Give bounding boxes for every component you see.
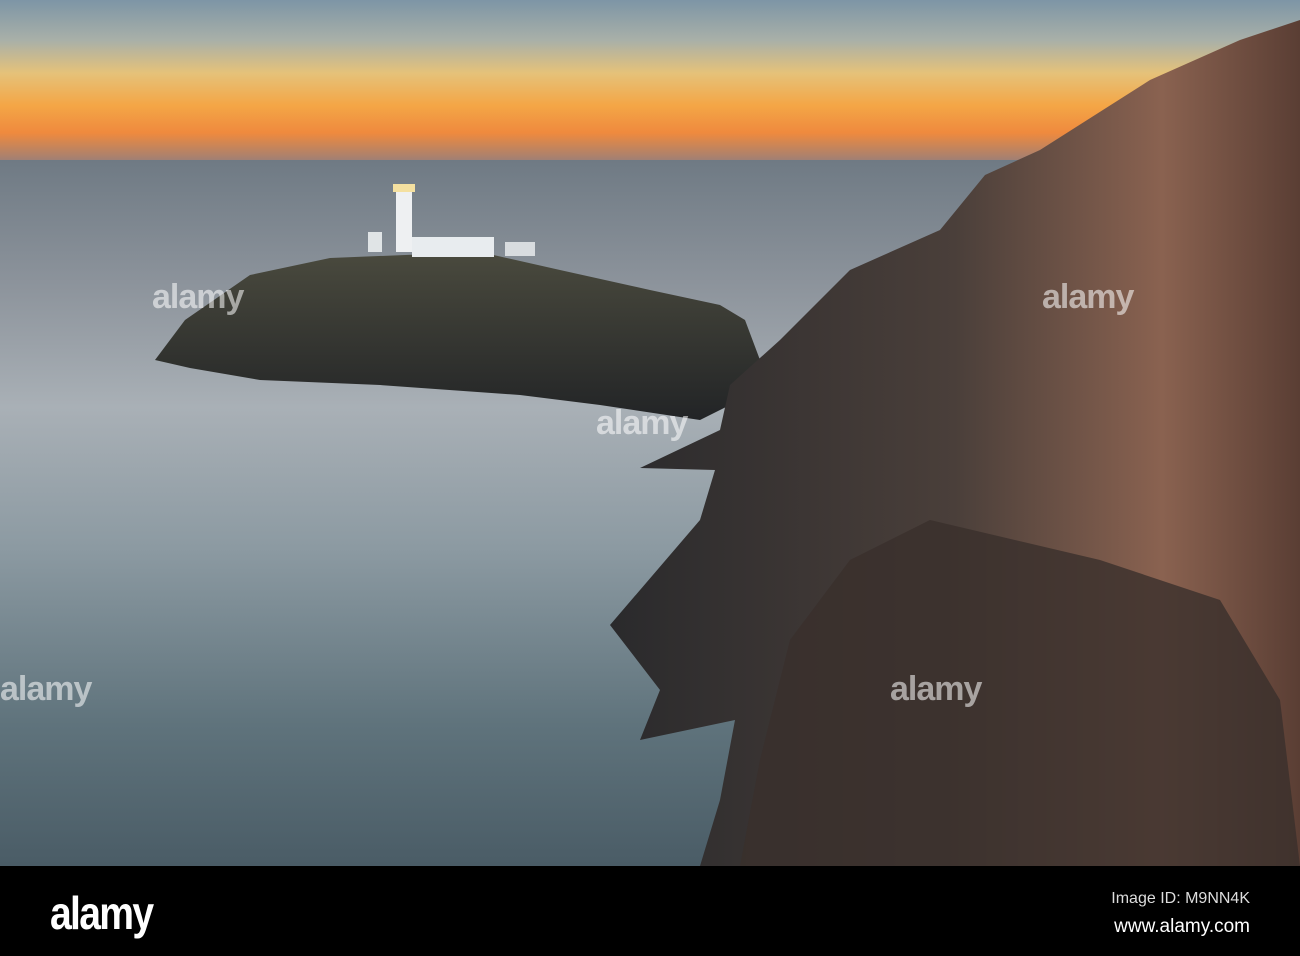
image-id: Image ID: M9NN4K [1111,890,1250,907]
photo-lighthouse-cliffs: alamy alamy alamy alamy alamy [0,0,1300,866]
headland [155,252,760,420]
watermark: alamy [0,670,92,708]
watermark: alamy [1042,278,1134,316]
alamy-logo: alamy [50,887,154,939]
lighthouse [368,184,535,257]
footer-bar: alamy Image ID: M9NN4K www.alamy.com [0,866,1300,956]
website-link: www.alamy.com [1114,916,1250,937]
watermark: alamy [152,278,244,316]
watermark: alamy [596,404,688,442]
watermark: alamy [890,670,982,708]
